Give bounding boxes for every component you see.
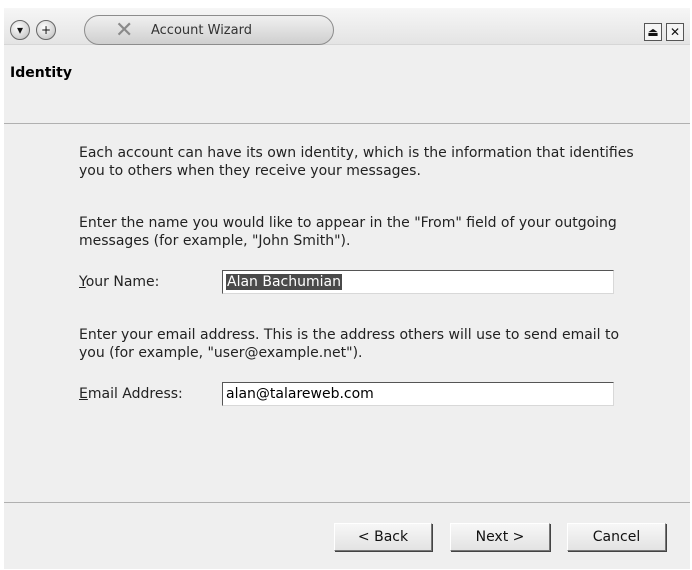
wizard-header: Identity	[4, 45, 690, 124]
page-title: Identity	[10, 65, 73, 81]
title-bar[interactable]: ▾ + ✕ Account Wizard ⏏ ✕	[4, 8, 690, 45]
your-name-input[interactable]: Alan Bachumian	[222, 270, 614, 294]
eject-up-icon: ⏏	[647, 25, 659, 39]
window-title-pill: ✕ Account Wizard	[84, 15, 334, 45]
maximize-button[interactable]: ⏏	[644, 23, 662, 41]
circle-down-arrow-icon: ▾	[16, 23, 24, 37]
email-address-input[interactable]	[222, 382, 614, 406]
intro-text: Each account can have its own identity, …	[79, 145, 634, 179]
name-prompt-text: Enter the name you would like to appear …	[79, 215, 617, 249]
account-wizard-window: ▾ + ✕ Account Wizard ⏏ ✕ Identity Each a…	[4, 8, 690, 569]
back-button[interactable]: < Back	[334, 523, 432, 551]
close-button[interactable]: ✕	[666, 23, 684, 41]
close-x-icon: ✕	[669, 25, 681, 39]
wizard-footer: < Back Next > Cancel	[4, 502, 690, 569]
email-address-label-text: mail Address:	[87, 386, 183, 402]
your-name-label-text: our Name:	[85, 274, 160, 290]
your-name-value: Alan Bachumian	[226, 274, 342, 290]
wizard-content: Each account can have its own identity, …	[4, 124, 690, 502]
window-title: Account Wizard	[151, 23, 252, 38]
window-pin-button[interactable]: +	[36, 20, 56, 40]
email-address-label-mnemonic: E	[79, 386, 88, 402]
window-menu-button[interactable]: ▾	[10, 20, 30, 40]
your-name-label: Your Name:	[79, 274, 159, 290]
email-address-label: Email Address:	[79, 386, 183, 402]
next-button[interactable]: Next >	[450, 523, 550, 551]
email-prompt-text: Enter your email address. This is the ad…	[79, 327, 620, 361]
cancel-button[interactable]: Cancel	[567, 523, 666, 551]
circle-plus-icon: +	[40, 23, 52, 37]
your-name-label-mnemonic: Y	[79, 274, 86, 290]
x-logo-icon: ✕	[115, 18, 134, 43]
